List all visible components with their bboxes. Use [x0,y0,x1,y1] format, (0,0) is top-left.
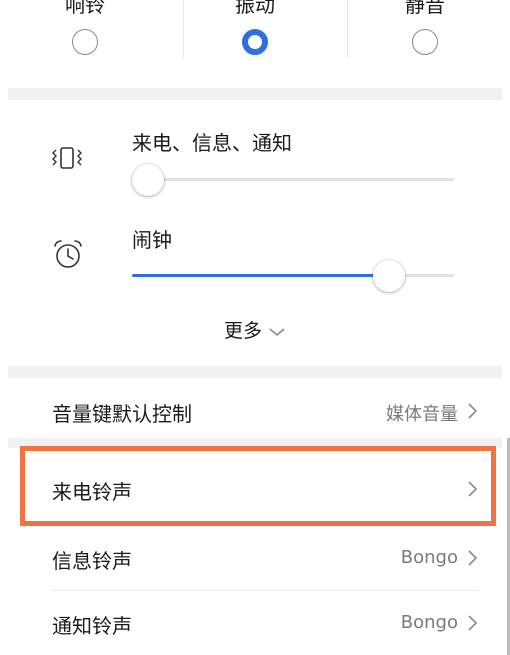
message-tone-row[interactable]: 信息铃声 Bongo [0,526,510,590]
mode-ring-label: 响铃 [65,0,105,17]
chevron-right-icon [466,402,478,424]
message-tone-value: Bongo [400,547,458,568]
mode-divider [183,0,184,58]
alarm-volume-slider[interactable] [132,274,454,277]
mode-vibrate-label: 振动 [235,0,275,17]
mode-ring[interactable]: 响铃 [0,0,170,88]
vibrate-icon [51,146,83,174]
alarm-volume-label: 闹钟 [132,228,172,252]
radio-selected-icon[interactable] [242,29,268,55]
sound-mode-selector: 响铃 振动 静音 [0,0,510,88]
ringer-volume-thumb[interactable] [132,164,164,196]
chevron-right-icon [466,614,478,636]
volume-key-value: 媒体音量 [386,404,458,425]
ringer-volume-slider[interactable] [132,178,454,181]
radio-unselected-icon[interactable] [412,29,438,55]
mode-divider [347,0,348,58]
notification-tone-value: Bongo [400,612,458,633]
notification-tone-label: 通知铃声 [52,614,132,638]
section-gap [8,366,502,378]
chevron-down-icon [262,320,286,342]
highlight-box [20,446,496,526]
radio-unselected-icon[interactable] [72,29,98,55]
message-tone-label: 信息铃声 [52,549,132,573]
mode-vibrate[interactable]: 振动 [170,0,340,88]
alarm-volume-fill [132,274,400,277]
more-label: 更多 [223,320,262,342]
notification-tone-row[interactable]: 通知铃声 Bongo [0,591,510,655]
alarm-volume-thumb[interactable] [372,260,405,292]
section-gap [8,88,502,100]
alarm-clock-icon [52,238,84,274]
ringer-volume-label: 来电、信息、通知 [132,131,292,155]
volume-key-label: 音量键默认控制 [52,402,192,426]
mode-silent[interactable]: 静音 [340,0,510,88]
more-button[interactable]: 更多 [0,316,510,343]
mode-silent-label: 静音 [405,0,445,17]
volume-key-row[interactable]: 音量键默认控制 媒体音量 [0,378,510,440]
chevron-right-icon [466,549,478,571]
